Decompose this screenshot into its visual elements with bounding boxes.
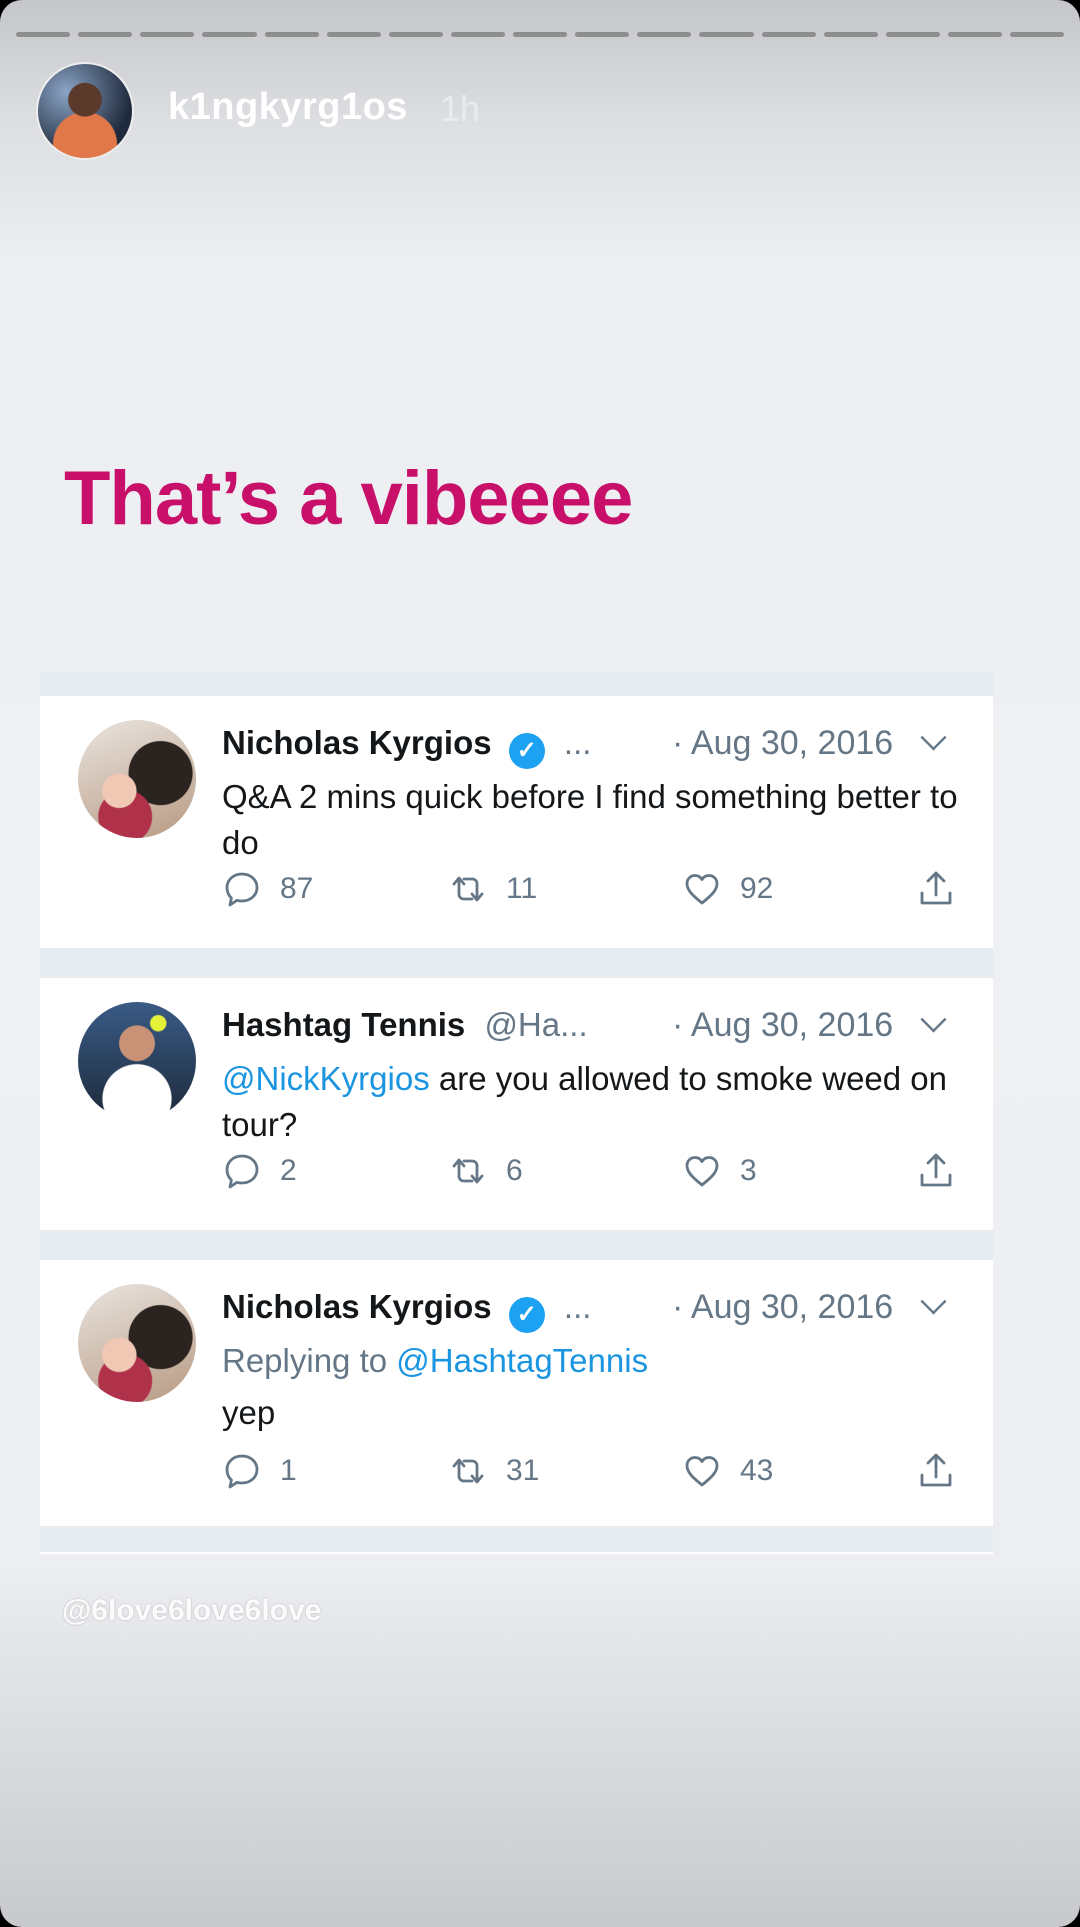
like-action: 92 [682,864,773,914]
progress-segment [202,32,257,37]
chevron-down-icon [920,1006,947,1033]
tweet-text: yep [222,1394,276,1431]
tweet-item: Nicholas Kyrgios ✓ ... · Aug 30, 2016 Q&… [40,696,993,948]
retweet-icon [452,1158,484,1184]
reply-action: 2 [222,1146,297,1196]
story-timestamp: 1h [440,88,481,129]
tweet-handle: ... [563,724,592,761]
progress-segment [513,32,568,37]
reply-count: 87 [280,872,314,905]
tweet-date: · Aug 30, 2016 [672,1006,894,1044]
reply-icon [225,872,259,907]
progress-segment [78,32,133,37]
verified-badge-icon: ✓ [508,1297,545,1333]
tweet-author: Nicholas Kyrgios ✓ ... [222,1288,591,1333]
tweet-text: @NickKyrgios are you allowed to smoke we… [222,1056,962,1148]
progress-segment [450,32,505,37]
tweet-item: Nicholas Kyrgios ✓ ... · Aug 30, 2016 Re… [40,1260,993,1526]
reply-action: 87 [222,864,313,914]
story-username[interactable]: k1ngkyrg1os [168,86,408,129]
reply-count: 1 [280,1454,297,1487]
share-icon [920,871,952,905]
story-progress-bar [16,32,1065,37]
like-count: 43 [740,1454,774,1487]
reply-count: 2 [280,1154,297,1187]
tweet-handle: ... [563,1288,592,1325]
progress-segment [388,32,443,37]
chevron-down-icon [920,1288,947,1315]
tweet-mention: @NickKyrgios [222,1060,430,1097]
tweet-author: Hashtag Tennis @Ha... [222,1006,588,1044]
retweet-action: 11 [448,864,537,914]
tweet-actions: 1 31 43 [222,1446,962,1496]
tweet-author-name: Nicholas Kyrgios [222,1288,492,1325]
share-icon [920,1453,952,1487]
reply-action: 1 [222,1446,297,1496]
replying-to-handle: @HashtagTennis [396,1342,649,1379]
replying-prefix: Replying to [222,1342,397,1379]
story-caption: That’s a vibeeee [64,456,633,541]
watermark: @6love6love6love [62,1594,322,1627]
progress-segment [761,32,816,37]
tweet-date: · Aug 30, 2016 [672,724,894,762]
tweet-actions: 87 11 92 [222,864,962,914]
progress-segment [140,32,195,37]
progress-segment [637,32,692,37]
tweet-reply-context: Replying to @HashtagTennis [222,1338,962,1384]
like-action: 43 [682,1446,773,1496]
like-count: 92 [740,872,774,905]
tweet-text: Q&A 2 mins quick before I find something… [222,778,958,861]
profile-avatar[interactable] [36,62,134,160]
retweet-icon [452,876,484,902]
retweet-count: 6 [506,1154,523,1187]
retweet-count: 11 [506,872,538,905]
tweet-author-name: Nicholas Kyrgios [222,724,492,761]
retweet-action: 6 [448,1146,523,1196]
progress-segment [947,32,1002,37]
reply-icon [225,1454,259,1489]
tweet-screenshot: Nicholas Kyrgios ✓ ... · Aug 30, 2016 Q&… [40,672,993,1554]
like-count: 3 [740,1154,757,1187]
tweet-author: Nicholas Kyrgios ✓ ... [222,724,591,769]
share-action [916,864,956,914]
progress-segment [823,32,878,37]
progress-segment [575,32,630,37]
tweet-avatar [78,720,196,838]
progress-segment [16,32,71,37]
tweet-actions: 2 6 3 [222,1146,962,1196]
tweet-item: Hashtag Tennis @Ha... · Aug 30, 2016 @Ni… [40,978,993,1230]
retweet-action: 31 [448,1446,539,1496]
story-viewer[interactable]: k1ngkyrg1os 1h That’s a vibeeee Nicholas… [0,0,1080,1927]
tweet-avatar [78,1002,196,1120]
like-icon [685,1156,719,1187]
progress-segment [326,32,381,37]
progress-segment [885,32,940,37]
tweet-avatar [78,1284,196,1402]
tweet-date: · Aug 30, 2016 [672,1288,894,1326]
verified-badge-icon: ✓ [508,733,545,769]
progress-segment [699,32,754,37]
like-icon [685,874,719,905]
share-icon [920,1153,952,1187]
chevron-down-icon [920,724,947,751]
reply-icon [225,1154,259,1189]
share-action [916,1146,956,1196]
share-action [916,1446,956,1496]
retweet-icon [452,1458,484,1484]
retweet-count: 31 [506,1454,540,1487]
like-icon [685,1456,719,1487]
like-action: 3 [682,1146,757,1196]
tweet-handle: @Ha... [484,1006,588,1043]
progress-segment [1010,32,1065,37]
progress-segment [264,32,319,37]
tweet-author-name: Hashtag Tennis [222,1006,466,1043]
